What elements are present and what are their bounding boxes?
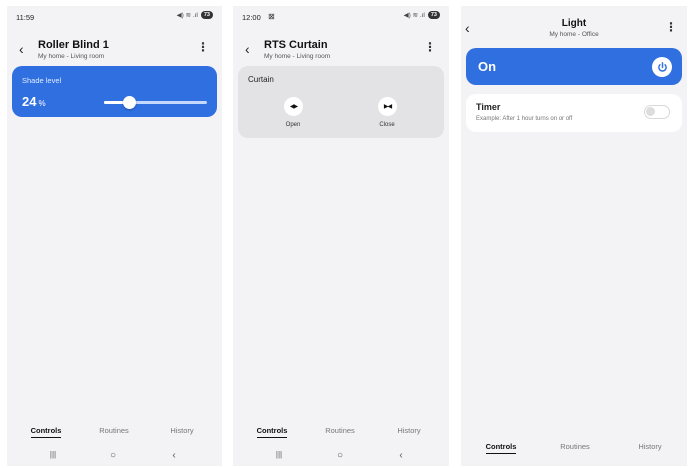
open-label: Open <box>285 122 301 128</box>
shade-level-slider[interactable] <box>104 96 207 109</box>
recent-apps-icon[interactable]: ||| <box>43 450 63 459</box>
tab-history-label: History <box>638 442 662 451</box>
tab-controls[interactable]: Controls <box>471 442 531 454</box>
tab-history-label: History <box>170 426 194 435</box>
back-arrow-icon[interactable]: ‹ <box>245 42 250 56</box>
shade-value-unit: % <box>38 99 46 108</box>
status-icons: ◀) ≋ .ıl 73 <box>404 11 440 19</box>
tab-routines-label: Routines <box>560 442 590 451</box>
tab-controls-label: Controls <box>256 426 288 438</box>
back-nav-icon[interactable]: ‹ <box>164 450 184 461</box>
tab-routines[interactable]: Routines <box>545 442 605 451</box>
tab-routines-label: Routines <box>99 426 129 435</box>
home-icon[interactable]: ○ <box>103 450 123 461</box>
status-icons: ◀) ≋ .ıl 73 <box>177 11 213 19</box>
open-button[interactable]: ◀▶ <box>284 97 303 116</box>
tab-history[interactable]: History <box>620 442 680 451</box>
shade-level-card: Shade level 24% <box>12 66 217 117</box>
system-nav-bar: ||| ○ ‹ <box>233 450 449 466</box>
phone-screen-rts-curtain: 12:00 ⊠ ◀) ≋ .ıl 73 ‹ RTS Curtain My hom… <box>233 6 449 466</box>
bottom-tabs: Controls Routines History <box>233 426 449 442</box>
timer-card[interactable]: Timer Example: After 1 hour turns on or … <box>466 94 682 132</box>
open-curtain-icon: ◀▶ <box>289 104 298 110</box>
status-time: 12:00 <box>242 13 261 22</box>
system-nav-bar: ||| ○ ‹ <box>7 450 222 466</box>
curtain-label: Curtain <box>248 75 274 84</box>
signal-icons: ◀) ≋ .ıl <box>403 12 425 19</box>
back-arrow-icon[interactable]: ‹ <box>19 42 24 56</box>
close-button[interactable]: ▶◀ <box>378 97 397 116</box>
shade-value-number: 24 <box>22 94 37 109</box>
power-icon <box>657 61 667 72</box>
more-options-icon[interactable]: ⋮ <box>424 41 436 53</box>
timer-toggle[interactable] <box>644 105 670 119</box>
timer-label: Timer <box>476 102 501 112</box>
battery-badge: 73 <box>427 11 440 19</box>
toggle-thumb <box>646 107 655 116</box>
tab-history-label: History <box>397 426 421 435</box>
signal-icons: ◀) ≋ .ıl <box>176 12 198 19</box>
tab-history[interactable]: History <box>152 426 212 435</box>
bottom-tabs: Controls Routines History <box>461 442 687 458</box>
device-header: ‹ Light My home - Office ⋮ <box>461 6 687 38</box>
timer-description: Example: After 1 hour turns on or off <box>476 116 573 122</box>
power-button[interactable] <box>652 57 672 77</box>
tab-routines[interactable]: Routines <box>84 426 144 435</box>
shade-level-label: Shade level <box>22 76 62 85</box>
power-state-label: On <box>478 59 497 74</box>
more-options-icon[interactable]: ⋮ <box>197 41 209 53</box>
tab-controls-label: Controls <box>30 426 62 438</box>
tab-routines[interactable]: Routines <box>310 426 370 435</box>
device-title: RTS Curtain <box>264 39 328 51</box>
back-nav-icon[interactable]: ‹ <box>391 450 411 461</box>
device-location: My home - Office <box>549 31 599 38</box>
tab-routines-label: Routines <box>325 426 355 435</box>
tab-history[interactable]: History <box>379 426 439 435</box>
device-location: My home - Living room <box>38 53 105 60</box>
recent-apps-icon[interactable]: ||| <box>269 450 289 459</box>
slider-knob[interactable] <box>122 96 136 109</box>
home-icon[interactable]: ○ <box>330 450 350 461</box>
device-location: My home - Living room <box>264 53 331 60</box>
status-bar: 11:59 ◀) ≋ .ıl 73 <box>7 6 222 26</box>
bottom-tabs: Controls Routines History <box>7 426 222 442</box>
shade-level-value: 24% <box>22 94 46 109</box>
status-bar: 12:00 ⊠ ◀) ≋ .ıl 73 <box>233 6 449 26</box>
close-label: Close <box>379 122 395 128</box>
device-header: ‹ Roller Blind 1 My home - Living room ⋮ <box>7 36 222 66</box>
more-options-icon[interactable]: ⋮ <box>665 21 677 33</box>
battery-badge: 73 <box>200 11 213 19</box>
power-card[interactable]: On <box>466 48 682 85</box>
phone-screen-light: ‹ Light My home - Office ⋮ On Timer Exam… <box>461 6 687 466</box>
close-curtain-icon: ▶◀ <box>383 104 392 110</box>
status-time: 11:59 <box>16 13 35 22</box>
device-title: Roller Blind 1 <box>38 39 109 51</box>
tab-controls[interactable]: Controls <box>16 426 76 438</box>
device-title: Light <box>561 18 587 29</box>
device-header: ‹ RTS Curtain My home - Living room ⋮ <box>233 36 449 66</box>
screenshot-icon: ⊠ <box>268 12 275 21</box>
tab-controls-label: Controls <box>485 442 517 454</box>
tab-controls[interactable]: Controls <box>242 426 302 438</box>
phone-screen-roller-blind: 11:59 ◀) ≋ .ıl 73 ‹ Roller Blind 1 My ho… <box>7 6 222 466</box>
curtain-card: Curtain ◀▶ Open ▶◀ Close <box>238 66 444 138</box>
